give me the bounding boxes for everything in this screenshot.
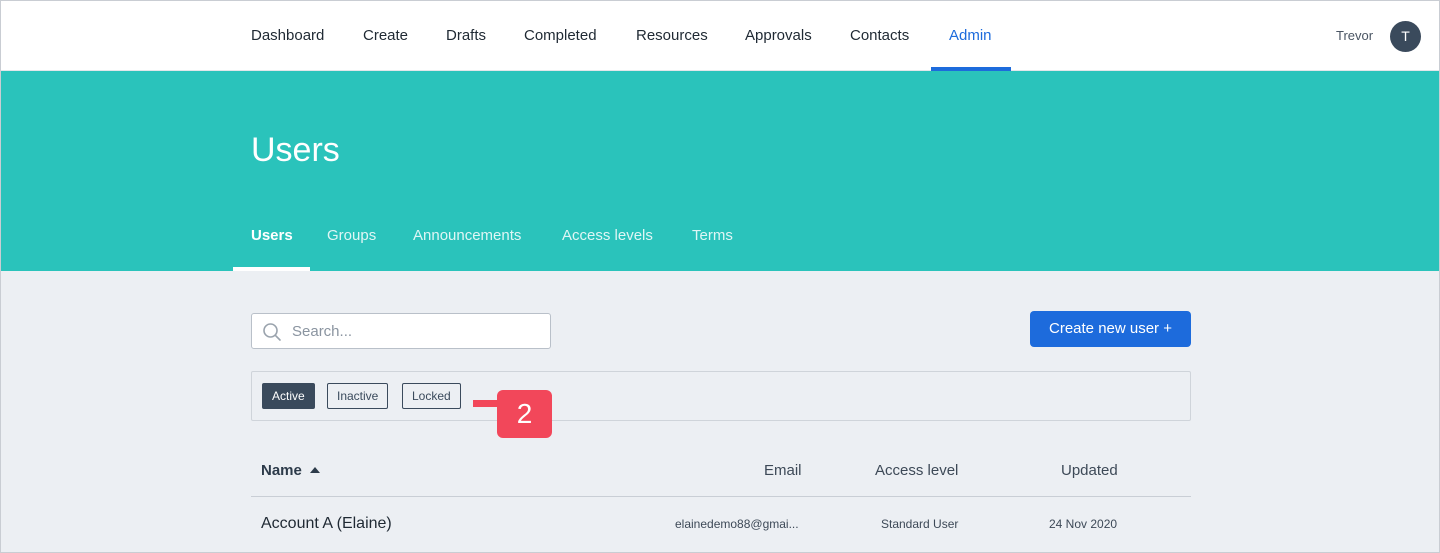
- nav-approvals[interactable]: Approvals: [745, 1, 812, 71]
- column-header-email[interactable]: Email: [764, 462, 802, 479]
- filter-inactive-button[interactable]: Inactive: [327, 383, 389, 409]
- table-row[interactable]: Account A (Elaine) elainedemo88@gmai... …: [251, 497, 1191, 552]
- avatar[interactable]: T: [1390, 21, 1421, 52]
- nav-resources[interactable]: Resources: [636, 1, 708, 71]
- nav-dashboard[interactable]: Dashboard: [251, 1, 324, 71]
- filter-active-button[interactable]: Active: [262, 383, 315, 409]
- sort-ascending-icon: [309, 467, 320, 473]
- tab-terms[interactable]: Terms: [692, 227, 733, 244]
- filter-locked-button[interactable]: Locked: [402, 383, 461, 409]
- nav-contacts[interactable]: Contacts: [850, 1, 909, 71]
- column-header-name-label: Name: [261, 462, 302, 479]
- filter-bar: Active Inactive Locked: [251, 371, 1191, 421]
- cell-email: elainedemo88@gmai...: [675, 517, 799, 531]
- user-name[interactable]: Trevor: [1336, 1, 1373, 71]
- step-callout-badge: 2: [497, 390, 552, 438]
- cell-updated: 24 Nov 2020: [1049, 517, 1118, 531]
- search-icon: [262, 322, 282, 342]
- column-header-access-level[interactable]: Access level: [875, 462, 958, 479]
- tab-active-indicator: [233, 267, 310, 271]
- create-new-user-button[interactable]: Create new user +: [1030, 311, 1191, 347]
- column-header-updated[interactable]: Updated: [1061, 462, 1118, 479]
- search-box[interactable]: [251, 313, 551, 349]
- page-title: Users: [251, 131, 340, 169]
- app-window: Dashboard Create Drafts Completed Resour…: [0, 0, 1440, 553]
- tab-access-levels[interactable]: Access levels: [562, 227, 653, 244]
- search-input[interactable]: [292, 314, 542, 348]
- tab-users[interactable]: Users: [251, 227, 293, 244]
- nav-completed[interactable]: Completed: [524, 1, 597, 71]
- nav-create[interactable]: Create: [363, 1, 408, 71]
- column-header-name[interactable]: Name: [261, 462, 320, 479]
- nav-drafts[interactable]: Drafts: [446, 1, 486, 71]
- nav-admin[interactable]: Admin: [949, 1, 992, 71]
- cell-access-level: Standard User: [881, 517, 959, 531]
- top-navigation: Dashboard Create Drafts Completed Resour…: [1, 1, 1439, 71]
- page-header: Users Users Groups Announcements Access …: [1, 71, 1439, 271]
- cell-user-name: Account A (Elaine): [261, 515, 392, 532]
- tab-announcements[interactable]: Announcements: [413, 227, 521, 244]
- tab-groups[interactable]: Groups: [327, 227, 376, 244]
